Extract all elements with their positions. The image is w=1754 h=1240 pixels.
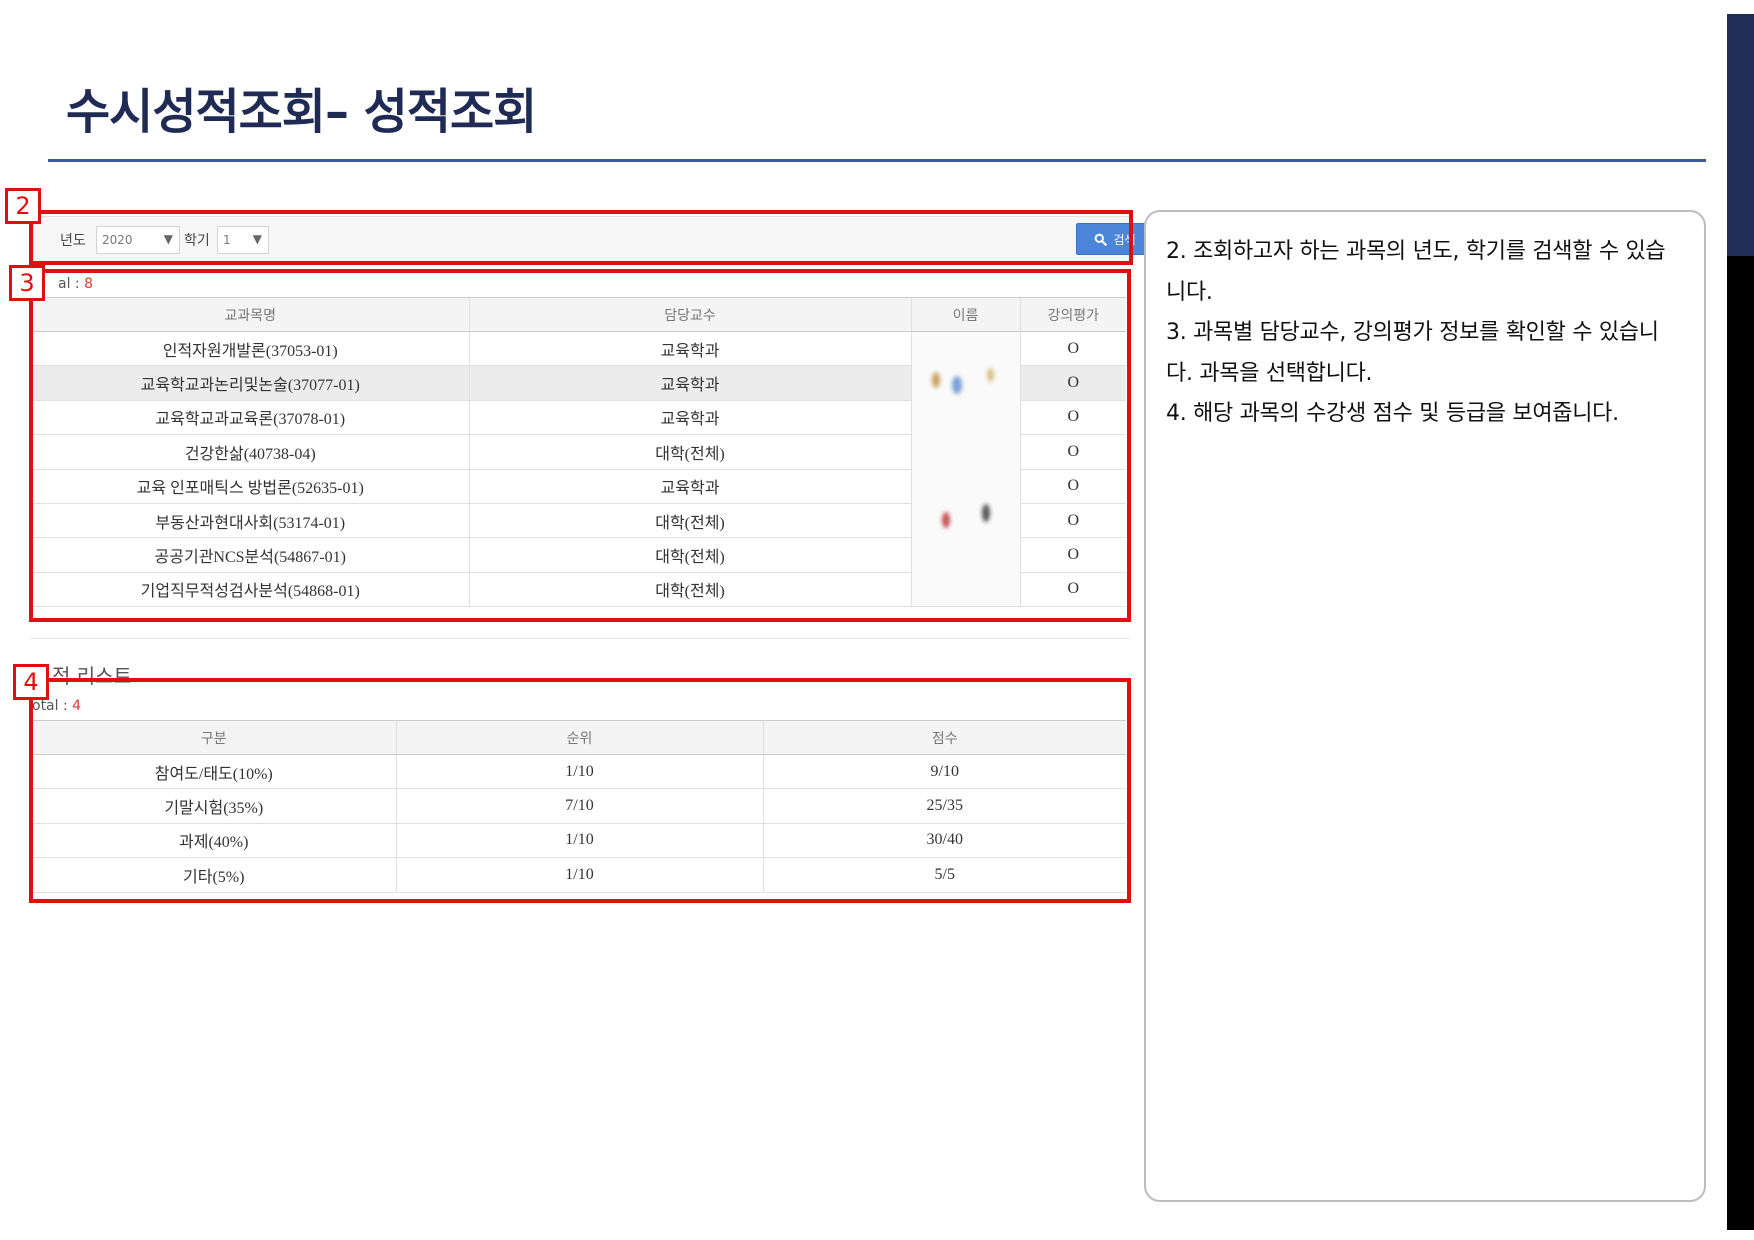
page-title: 수시성적조회– 성적조회 [66, 84, 537, 140]
highlight-box-search [29, 210, 1133, 265]
marker-3: 3 [9, 265, 45, 301]
marker-4: 4 [13, 664, 49, 700]
section-divider [30, 638, 1130, 639]
side-bar-gap [1727, 0, 1754, 14]
description-step-3: 3. 과목별 담당교수, 강의평가 정보를 확인할 수 있습니다. 과목을 선택… [1166, 320, 1659, 386]
side-bar-accent [1727, 0, 1754, 256]
description-step-4: 4. 해당 과목의 수강생 점수 및 등급을 보여줍니다. [1166, 401, 1619, 426]
description-step-2: 2. 조회하고자 하는 과목의 년도, 학기를 검색할 수 있습니다. [1166, 239, 1666, 305]
title-rule [48, 159, 1706, 162]
description-panel: 2. 조회하고자 하는 과목의 년도, 학기를 검색할 수 있습니다. 3. 과… [1144, 210, 1706, 1202]
highlight-box-score-table [29, 678, 1131, 903]
highlight-box-course-table [29, 269, 1131, 622]
marker-2: 2 [5, 188, 41, 224]
